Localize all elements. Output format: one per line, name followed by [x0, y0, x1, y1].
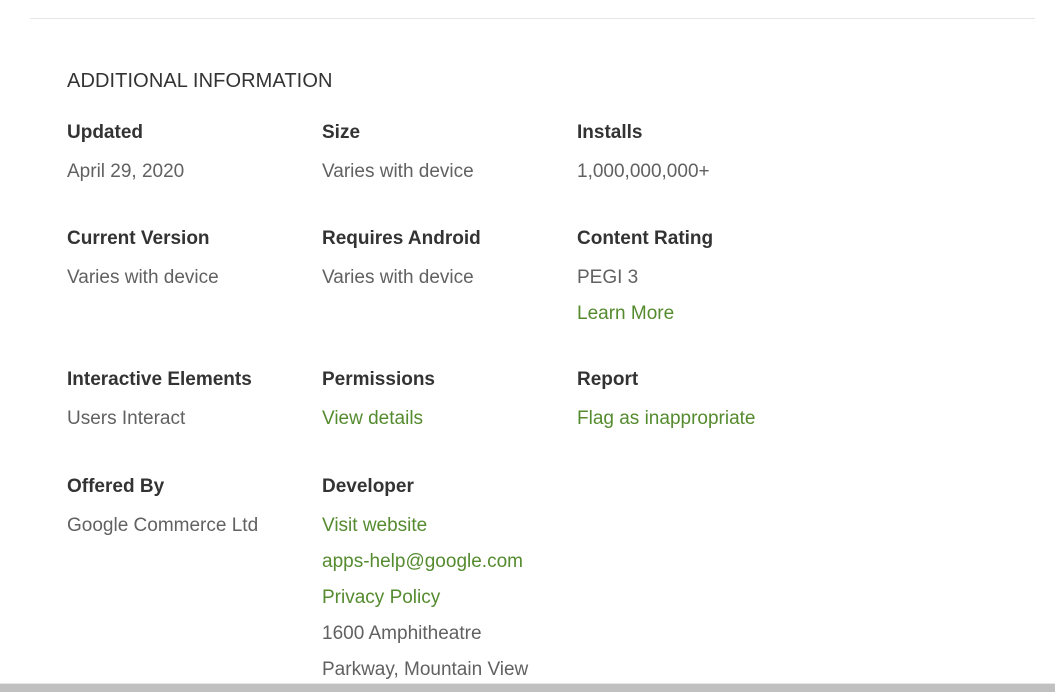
field-value: Varies with device [322, 161, 474, 182]
field-label: Report [577, 369, 639, 390]
field-requires-android: Requires Android Varies with device [322, 226, 572, 296]
field-installs: Installs 1,000,000,000+ [577, 120, 827, 190]
field-label: Content Rating [577, 228, 714, 249]
flag-inappropriate-link[interactable]: Flag as inappropriate [577, 401, 827, 437]
field-label: Requires Android [322, 228, 481, 249]
section-title: ADDITIONAL INFORMATION [67, 70, 333, 92]
view-details-link[interactable]: View details [322, 401, 572, 437]
field-value: Varies with device [67, 267, 219, 288]
field-interactive-elements: Interactive Elements Users Interact [67, 367, 317, 437]
field-value: Varies with device [322, 267, 474, 288]
field-label: Interactive Elements [67, 369, 252, 390]
field-developer: Developer Visit website apps-help@google… [322, 474, 572, 688]
developer-email-link[interactable]: apps-help@google.com [322, 544, 572, 580]
field-label: Updated [67, 122, 143, 143]
learn-more-link[interactable]: Learn More [577, 296, 827, 332]
field-label: Developer [322, 476, 414, 497]
field-label: Offered By [67, 476, 165, 497]
field-size: Size Varies with device [322, 120, 572, 190]
developer-address-line1: 1600 Amphitheatre [322, 623, 482, 644]
privacy-policy-link[interactable]: Privacy Policy [322, 580, 572, 616]
field-permissions: Permissions View details [322, 367, 572, 437]
field-report: Report Flag as inappropriate [577, 367, 827, 437]
section-divider [30, 18, 1035, 19]
field-label: Size [322, 122, 361, 143]
field-label: Permissions [322, 369, 435, 390]
field-content-rating: Content Rating PEGI 3 Learn More [577, 226, 827, 332]
field-value: 1,000,000,000+ [577, 161, 710, 182]
content-rating-value: PEGI 3 [577, 267, 639, 288]
field-current-version: Current Version Varies with device [67, 226, 317, 296]
field-value: April 29, 2020 [67, 161, 185, 182]
field-value: Users Interact [67, 408, 186, 429]
field-label: Current Version [67, 228, 210, 249]
field-updated: Updated April 29, 2020 [67, 120, 317, 190]
field-offered-by: Offered By Google Commerce Ltd [67, 474, 317, 544]
visit-website-link[interactable]: Visit website [322, 508, 572, 544]
field-value: Google Commerce Ltd [67, 515, 259, 536]
field-label: Installs [577, 122, 643, 143]
